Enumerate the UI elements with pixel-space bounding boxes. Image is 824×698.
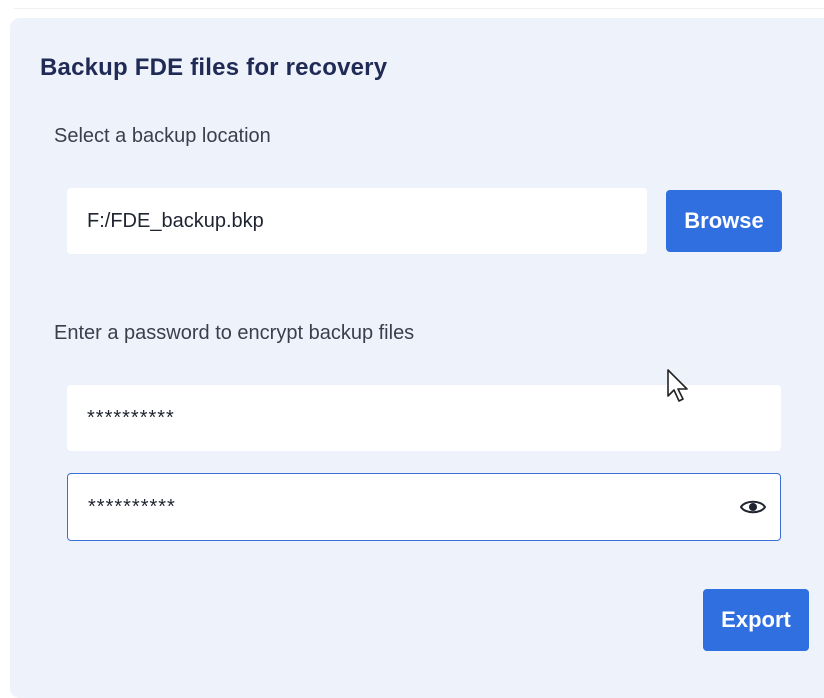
eye-icon[interactable] <box>738 497 768 517</box>
mouse-pointer-icon <box>666 368 692 404</box>
password-label: Enter a password to encrypt backup files <box>54 322 415 344</box>
top-divider <box>14 0 824 9</box>
dialog-title: Backup FDE files for recovery <box>40 54 388 81</box>
backup-location-label: Select a backup location <box>54 125 271 147</box>
browse-button[interactable]: Browse <box>666 190 782 252</box>
export-button[interactable]: Export <box>703 589 809 651</box>
confirm-password-value: ********** <box>88 495 176 518</box>
backup-card <box>10 18 824 698</box>
password-value: ********** <box>87 406 175 429</box>
backup-location-input[interactable]: F:/FDE_backup.bkp <box>67 188 647 254</box>
backup-location-value: F:/FDE_backup.bkp <box>87 209 264 232</box>
confirm-password-input[interactable]: ********** <box>67 473 781 541</box>
export-button-label: Export <box>721 607 791 632</box>
browse-button-label: Browse <box>684 208 764 233</box>
